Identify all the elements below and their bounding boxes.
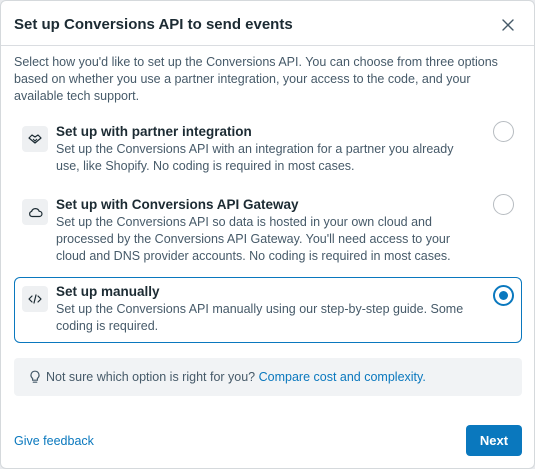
option-api-gateway[interactable]: Set up with Conversions API Gateway Set …: [14, 190, 522, 272]
radio-manual[interactable]: [493, 285, 514, 306]
option-title: Set up with Conversions API Gateway: [56, 197, 299, 212]
dialog-header: Set up Conversions API to send events: [14, 15, 521, 35]
option-manual[interactable]: Set up manually Set up the Conversions A…: [14, 277, 522, 343]
close-icon: [502, 19, 514, 31]
option-title: Set up with partner integration: [56, 124, 252, 139]
dialog-intro: Select how you'd like to set up the Conv…: [14, 55, 498, 103]
cloud-icon: [22, 199, 48, 225]
option-description: Set up the Conversions API so data is ho…: [56, 215, 451, 263]
compare-link[interactable]: Compare cost and complexity.: [259, 370, 426, 384]
radio-api-gateway[interactable]: [493, 194, 514, 215]
help-hint: Not sure which option is right for you? …: [14, 358, 522, 396]
handshake-icon: [22, 126, 48, 152]
dialog-title: Set up Conversions API to send events: [14, 16, 293, 33]
header-divider: [1, 45, 534, 46]
setup-dialog: Set up Conversions API to send events Se…: [0, 0, 535, 469]
code-icon: [22, 286, 48, 312]
lightbulb-icon: [30, 370, 40, 383]
option-partner-integration[interactable]: Set up with partner integration Set up t…: [14, 117, 522, 183]
option-description: Set up the Conversions API manually usin…: [56, 302, 464, 333]
option-title: Set up manually: [56, 284, 160, 299]
hint-text: Not sure which option is right for you? …: [46, 369, 426, 385]
hint-message: Not sure which option is right for you?: [46, 370, 256, 384]
give-feedback-link[interactable]: Give feedback: [14, 433, 94, 449]
close-button[interactable]: [499, 16, 517, 34]
next-button[interactable]: Next: [466, 425, 522, 456]
radio-partner-integration[interactable]: [493, 121, 514, 142]
option-description: Set up the Conversions API with an integ…: [56, 142, 454, 173]
